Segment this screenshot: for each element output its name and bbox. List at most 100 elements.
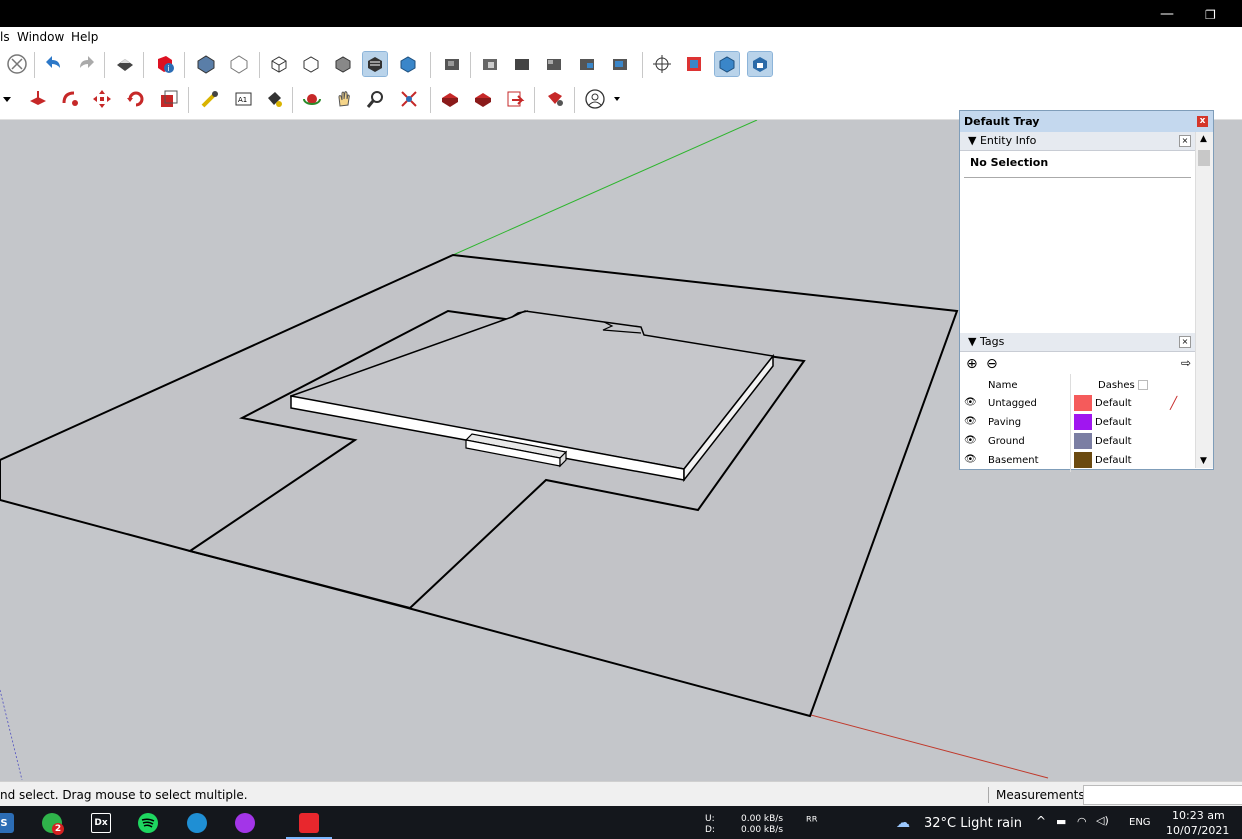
display-section-planes-icon[interactable] <box>682 52 706 76</box>
battery-icon[interactable]: ▬ <box>1056 815 1066 828</box>
redo-icon[interactable] <box>74 52 98 76</box>
left-view-icon[interactable] <box>575 52 599 76</box>
visibility-eye-icon[interactable]: 👁 <box>964 435 977 446</box>
tag-color-swatch[interactable] <box>1074 395 1092 411</box>
tag-color-swatch[interactable] <box>1074 414 1092 430</box>
bottom-view-icon[interactable] <box>608 52 632 76</box>
tag-name[interactable]: Ground <box>988 436 1025 447</box>
delete-tag-icon[interactable]: ⊖ <box>986 356 998 372</box>
entity-info-header[interactable]: ▼ Entity Info × <box>960 132 1195 151</box>
pan-icon[interactable] <box>332 87 356 111</box>
weather-cloud-icon[interactable]: ☁ <box>896 815 910 831</box>
minimize-button[interactable]: — <box>1160 6 1174 22</box>
add-tag-icon[interactable]: ⊕ <box>966 356 978 372</box>
tag-row[interactable]: 👁 Paving Default <box>960 414 1195 434</box>
tag-name[interactable]: Paving <box>988 417 1021 428</box>
tag-dashes[interactable]: Default <box>1095 398 1132 409</box>
whatsapp-icon[interactable]: 2 <box>42 813 64 835</box>
tag-name[interactable]: Untagged <box>988 398 1037 409</box>
cancel-icon[interactable] <box>5 52 29 76</box>
visibility-eye-icon[interactable]: 👁 <box>964 454 977 465</box>
shaded-textures-icon[interactable] <box>396 52 420 76</box>
visibility-eye-icon[interactable]: 👁 <box>964 397 977 408</box>
clock-date[interactable]: 10/07/2021 <box>1166 824 1229 837</box>
volume-icon[interactable]: ◁) <box>1096 814 1109 827</box>
tag-dashes[interactable]: Default <box>1095 417 1132 428</box>
visibility-eye-icon[interactable]: 👁 <box>964 416 977 427</box>
3d-warehouse-icon[interactable] <box>438 87 462 111</box>
zoom-icon[interactable] <box>364 87 388 111</box>
xray-icon[interactable] <box>267 52 291 76</box>
spotify-icon[interactable] <box>138 813 158 833</box>
account-icon[interactable] <box>583 87 623 111</box>
tape-measure-icon[interactable] <box>198 87 222 111</box>
language-indicator[interactable]: ENG <box>1129 817 1151 828</box>
dx-app-icon[interactable]: Dx <box>91 813 111 833</box>
paint-bucket-icon[interactable] <box>262 87 286 111</box>
orbit-icon[interactable] <box>300 87 324 111</box>
extension-warehouse-icon[interactable] <box>543 87 567 111</box>
tag-row[interactable]: 👁 Untagged Default ╱ <box>960 395 1195 415</box>
tag-row[interactable]: 👁 Ground Default <box>960 433 1195 453</box>
top-view-icon[interactable] <box>227 52 251 76</box>
tag-details-icon[interactable]: ⇨ <box>1181 356 1191 370</box>
menu-tools[interactable]: ls <box>0 30 10 44</box>
tray-close-icon[interactable]: x <box>1197 116 1208 127</box>
tag-color-swatch[interactable] <box>1074 433 1092 449</box>
push-pull-icon[interactable] <box>26 87 50 111</box>
edge-icon[interactable] <box>187 813 207 833</box>
shaded-icon[interactable] <box>362 51 388 77</box>
people-icon[interactable]: ᴿᴿ <box>806 815 817 830</box>
follow-me-icon[interactable] <box>58 87 82 111</box>
scroll-down-icon[interactable]: ▼ <box>1200 456 1207 466</box>
iso-view-icon[interactable] <box>194 52 218 76</box>
front-view-icon[interactable] <box>478 52 502 76</box>
tag-row[interactable]: 👁 Basement Default <box>960 452 1195 472</box>
rotate-icon[interactable] <box>124 87 148 111</box>
tags-header[interactable]: ▼ Tags × <box>960 333 1195 352</box>
hidden-line-icon[interactable] <box>331 52 355 76</box>
wireframe-icon[interactable] <box>299 52 323 76</box>
measurements-input[interactable] <box>1083 785 1242 805</box>
scroll-thumb[interactable] <box>1198 150 1210 166</box>
move-icon[interactable] <box>90 87 114 111</box>
toolbar-dropdown-icon[interactable] <box>0 87 14 111</box>
zoom-extents-icon[interactable] <box>397 87 421 111</box>
section-plane-icon[interactable] <box>650 52 674 76</box>
dashes-sort-icon[interactable] <box>1138 380 1148 390</box>
menu-window[interactable]: Window <box>17 30 64 44</box>
skype-icon[interactable]: S <box>0 813 14 833</box>
tag-dashes[interactable]: Default <box>1095 455 1132 466</box>
weather-text[interactable]: 32°C Light rain <box>924 816 1022 831</box>
print-icon[interactable] <box>113 52 137 76</box>
scale-icon[interactable] <box>157 87 181 111</box>
standard-view-icon[interactable] <box>440 52 464 76</box>
restore-button[interactable]: ❐ <box>1205 8 1216 22</box>
entity-info-close-icon[interactable]: × <box>1179 135 1191 147</box>
tray-title: Default Tray <box>964 115 1040 128</box>
active-tag-pencil-icon[interactable]: ╱ <box>1170 396 1177 410</box>
tags-col-dashes[interactable]: Dashes <box>1098 380 1135 391</box>
display-section-cuts-icon[interactable] <box>714 51 740 77</box>
right-view-icon[interactable] <box>510 52 534 76</box>
messenger-icon[interactable] <box>235 813 255 833</box>
text-icon[interactable]: A1 <box>231 87 255 111</box>
display-section-fill-icon[interactable] <box>747 51 773 77</box>
sketchup-taskbar-icon[interactable] <box>299 813 319 833</box>
share-component-icon[interactable] <box>503 87 527 111</box>
share-model-icon[interactable] <box>471 87 495 111</box>
tag-name[interactable]: Basement <box>988 455 1039 466</box>
tag-dashes[interactable]: Default <box>1095 436 1132 447</box>
scroll-up-icon[interactable]: ▲ <box>1200 134 1207 144</box>
wifi-icon[interactable]: ◠ <box>1077 815 1087 828</box>
chevron-up-icon[interactable]: ^ <box>1036 814 1046 828</box>
tags-col-name[interactable]: Name <box>988 380 1018 391</box>
tag-color-swatch[interactable] <box>1074 452 1092 468</box>
tray-scrollbar[interactable]: ▲ ▼ <box>1195 132 1213 468</box>
model-info-icon[interactable]: i <box>153 52 177 76</box>
undo-icon[interactable] <box>42 52 66 76</box>
tags-close-icon[interactable]: × <box>1179 336 1191 348</box>
menu-help[interactable]: Help <box>71 30 98 44</box>
clock-time[interactable]: 10:23 am <box>1172 809 1225 822</box>
back-view-icon[interactable] <box>542 52 566 76</box>
